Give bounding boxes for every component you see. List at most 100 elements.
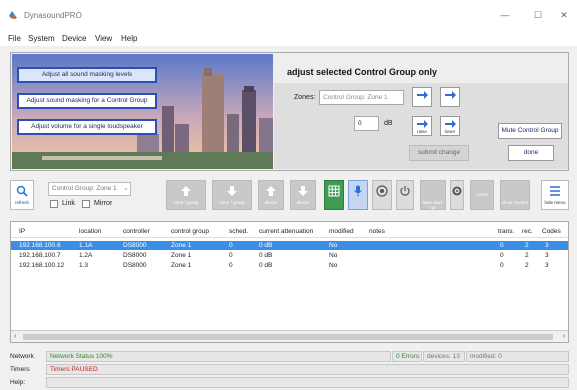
cell-sched: 0 (229, 252, 233, 259)
adjust-group-masking-button[interactable]: Adjust sound masking for a Control Group (17, 93, 157, 109)
maximize-button[interactable]: ☐ (525, 6, 551, 24)
hide-menu-icon (550, 186, 560, 196)
link-checkbox[interactable] (50, 200, 58, 208)
save-startup-button[interactable]: save start-up (420, 180, 446, 210)
network-status-value: Network Status 100% (46, 351, 391, 362)
menu-device[interactable]: Device (62, 34, 86, 43)
cell-controller: DS8000 (123, 252, 147, 259)
arrow-right-icon (445, 91, 456, 99)
help-row: Help: (0, 377, 577, 389)
mute-control-group-button[interactable]: Mute Control Group (498, 123, 562, 139)
network-status-row: Network Network Status 100% 0 Errors dev… (0, 351, 577, 363)
cell-trans: 0 (500, 252, 504, 259)
raise-label: raise (417, 129, 427, 134)
device-up-button[interactable]: device (258, 180, 284, 210)
arrow-right-icon (445, 120, 456, 128)
timers-status-row: Timers Timers PAUSED (0, 364, 577, 376)
cell-location: 1.3 (79, 262, 89, 269)
cell-codes: 3 (545, 242, 549, 249)
show-monitor-button[interactable]: show monitor (500, 180, 530, 210)
header-notes[interactable]: notes (369, 228, 385, 235)
speaker-button[interactable] (372, 180, 392, 210)
cell-control-group: Zone 1 (171, 252, 192, 259)
lower-group-button[interactable] (440, 87, 460, 107)
done-button[interactable]: done (508, 145, 554, 161)
timers-status-value: Timers PAUSED (46, 364, 569, 375)
horizontal-scrollbar[interactable]: ‹ › (11, 330, 568, 342)
cell-controller: DS8000 (123, 242, 147, 249)
microphone-icon (354, 185, 362, 197)
menu-view[interactable]: View (95, 34, 112, 43)
cell-location: 1.2A (79, 252, 93, 259)
menu-system[interactable]: System (28, 34, 55, 43)
cell-modified: No (329, 242, 338, 249)
link-label: Link (62, 200, 75, 207)
zone-group-down-button[interactable]: zone / group (212, 180, 252, 210)
hide-menu-button[interactable]: hide menu (541, 180, 569, 210)
device-down-button[interactable]: device (290, 180, 316, 210)
scroll-left-icon[interactable]: ‹ (14, 333, 16, 340)
header-sched[interactable]: sched. (229, 228, 248, 235)
header-current-attenuation[interactable]: current attenuation (259, 228, 313, 235)
adjust-all-masking-button[interactable]: Adjust all sound masking levels (17, 67, 157, 83)
header-ip[interactable]: IP (19, 228, 25, 235)
adjust-banner: Adjust all sound masking levels Adjust s… (10, 52, 569, 171)
scroll-right-icon[interactable]: › (563, 333, 565, 340)
raise-button[interactable]: raise (412, 116, 432, 136)
header-controller[interactable]: controller (123, 228, 150, 235)
header-rec[interactable]: rec. (522, 228, 533, 235)
cell-controller: DS8000 (123, 262, 147, 269)
zone-group-up-button[interactable]: zone / group (166, 180, 206, 210)
menu-help[interactable]: Help (121, 34, 137, 43)
cell-modified: No (329, 252, 338, 259)
cell-sched: 0 (229, 262, 233, 269)
close-button[interactable]: ✕ (551, 6, 577, 24)
submit-change-button[interactable]: submit change (409, 145, 469, 161)
help-text (46, 377, 569, 388)
cell-attenuation: 0 dB (259, 252, 273, 259)
network-label: Network (10, 353, 34, 360)
grid-view-button[interactable] (324, 180, 344, 210)
raise-group-button[interactable] (412, 87, 432, 107)
zone-group-down-label: zone / group (219, 200, 245, 205)
show-monitor-label: show monitor (501, 200, 529, 205)
control-group-select[interactable]: Control Group: Zone 1 (48, 182, 131, 196)
arrow-up-icon (181, 186, 191, 196)
magnifier-icon (16, 185, 28, 197)
cell-attenuation: 0 dB (259, 242, 273, 249)
scrollbar-thumb[interactable] (23, 334, 553, 340)
cell-trans: 0 (500, 262, 504, 269)
toolbar: refresh Control Group: Zone 1 ⌄ Link Mir… (10, 180, 569, 212)
arrow-right-icon (417, 91, 428, 99)
cell-location: 1.1A (79, 242, 93, 249)
title-bar: DynasoundPRO — ☐ ✕ (0, 0, 577, 30)
cell-attenuation: 0 dB (259, 262, 273, 269)
table-row[interactable]: 192.168.100.12 1.3 DS8000 Zone 1 0 0 dB … (11, 261, 568, 270)
adjust-speaker-volume-button[interactable]: Adjust volume for a single loudspeaker (17, 119, 157, 135)
header-modified[interactable]: modified (329, 228, 354, 235)
zones-field[interactable]: Control Group: Zone 1 (319, 90, 404, 105)
modified-count: modified: 0 (466, 351, 569, 362)
header-trans[interactable]: trans. (498, 228, 514, 235)
refresh-button[interactable]: refresh (10, 180, 34, 210)
power-button[interactable] (396, 180, 414, 210)
settings-button[interactable] (450, 180, 464, 210)
mirror-checkbox[interactable] (82, 200, 90, 208)
microphone-button[interactable] (348, 180, 368, 210)
header-location[interactable]: location (79, 228, 101, 235)
minimize-button[interactable]: — (492, 6, 518, 24)
lower-button[interactable]: lower (440, 116, 460, 136)
header-codes[interactable]: Codes (542, 228, 561, 235)
db-unit-label: dB (384, 120, 393, 127)
db-input[interactable]: 0 (354, 116, 379, 131)
arrow-right-icon (417, 120, 428, 128)
speaker-icon (376, 185, 388, 197)
grid-icon (328, 185, 340, 197)
menu-file[interactable]: File (8, 34, 21, 43)
table-row[interactable]: 192.168.100.7 1.2A DS8000 Zone 1 0 0 dB … (11, 251, 568, 260)
cell-modified: No (329, 262, 338, 269)
cell-control-group: Zone 1 (171, 242, 192, 249)
header-control-group[interactable]: control group (171, 228, 209, 235)
table-row[interactable]: 192.168.100.6 1.1A DS8000 Zone 1 0 0 dB … (11, 241, 568, 250)
lock-button[interactable]: LOCK (470, 180, 494, 210)
